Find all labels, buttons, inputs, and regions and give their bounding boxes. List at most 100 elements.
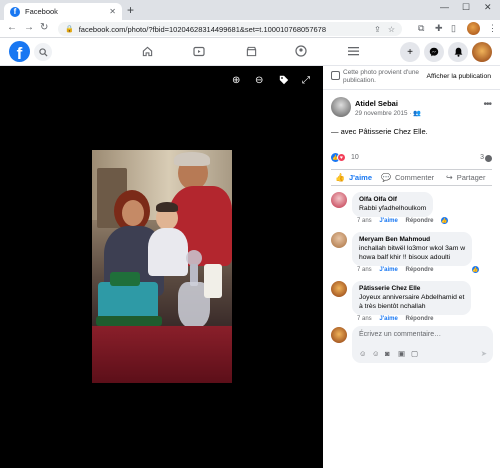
facebook-favicon-icon: f: [10, 6, 20, 17]
marketplace-icon[interactable]: [244, 44, 258, 58]
back-arrow-icon[interactable]: ←: [7, 22, 17, 33]
camera-icon[interactable]: ◙: [385, 349, 390, 358]
reactions-count[interactable]: 10: [351, 154, 359, 161]
view-post-link[interactable]: Afficher la publication: [427, 73, 491, 80]
comment-text: howa balf khir !! bisoux adoulti: [359, 254, 451, 261]
photo-info-icon: [331, 71, 340, 80]
avatar-sticker-icon[interactable]: ☺: [359, 349, 367, 358]
thumbs-up-icon: 👍: [335, 173, 345, 182]
tag-icon[interactable]: [279, 75, 289, 88]
browser-tab[interactable]: f Facebook ✕: [4, 3, 122, 20]
write-comment: Écrivez un commentaire… ☺ ☺ ◙ ▣ ▢ ➤: [331, 326, 495, 364]
fullscreen-icon[interactable]: ⤢: [302, 75, 310, 86]
new-tab-button[interactable]: +: [127, 3, 134, 17]
groups-icon[interactable]: [294, 44, 308, 58]
window-maximize-button[interactable]: ☐: [462, 2, 470, 13]
address-bar[interactable]: 🔒 facebook.com/photo/?fbid=1020462831449…: [58, 22, 402, 36]
comment-like-link[interactable]: J'aime: [379, 218, 397, 224]
comment-input-placeholder: Écrivez un commentaire…: [359, 331, 442, 338]
post-text: — avec Pâtisserie Chez Elle.: [331, 127, 428, 136]
comment-meta: 7 ans J'aime Répondre: [357, 316, 440, 322]
comment-like-link[interactable]: J'aime: [379, 316, 397, 322]
comment-bubble: Pâtisserie Chez Elle Joyeux anniversaire…: [352, 281, 472, 315]
share-page-icon[interactable]: ⇪: [374, 25, 381, 34]
create-plus-icon[interactable]: +: [400, 42, 420, 62]
post-actions: 👍 J'aime 💬 Commenter ↪ Partager: [331, 169, 492, 186]
more-options-icon[interactable]: •••: [483, 99, 491, 110]
share-label: Partager: [456, 173, 486, 182]
commenter-avatar[interactable]: [331, 281, 347, 297]
comment-reply-link[interactable]: Répondre: [405, 218, 433, 224]
main-photo: [92, 150, 232, 383]
url-text: facebook.com/photo/?fbid=102046283144996…: [78, 24, 327, 34]
author-name[interactable]: Atidel Sebai: [355, 99, 398, 108]
extension-icon[interactable]: ⧉: [418, 23, 424, 34]
commenter-name[interactable]: Pâtisserie Chez Elle: [359, 284, 464, 293]
commenter-name[interactable]: Olfa Olfa Olf: [359, 195, 426, 204]
comment-reply-link[interactable]: Répondre: [405, 267, 433, 273]
notifications-bell-icon[interactable]: [448, 42, 468, 62]
like-button[interactable]: 👍 J'aime: [335, 173, 372, 182]
comment-bubble: Meryam Ben Mahmoud inchallah bitwël lo3m…: [352, 232, 473, 266]
post-side-panel: Cette photo provient d'une publication. …: [323, 66, 500, 468]
comment-text: inchallah bitwël lo3mor wkol 3am w: [359, 245, 466, 252]
sidepanel-icon[interactable]: ▯: [451, 23, 456, 34]
search-icon[interactable]: [34, 43, 52, 61]
facebook-logo-icon[interactable]: f: [9, 41, 30, 62]
zoom-out-icon[interactable]: ⊖: [255, 75, 263, 86]
share-button[interactable]: ↪ Partager: [446, 173, 485, 182]
messenger-icon[interactable]: [424, 42, 444, 62]
comment-like-link[interactable]: J'aime: [379, 267, 397, 273]
commenter-name[interactable]: Meryam Ben Mahmoud: [359, 235, 465, 244]
my-avatar[interactable]: [331, 327, 347, 343]
post-header: Atidel Sebai 29 novembre 2015 · 👥 •••: [331, 97, 492, 121]
photo-viewer: ⊕ ⊖ ⤢: [0, 66, 323, 468]
share-arrow-icon: ↪: [446, 173, 453, 182]
puzzle-icon[interactable]: ✚: [435, 23, 443, 34]
commenter-avatar[interactable]: [331, 192, 347, 208]
window-close-button[interactable]: ✕: [484, 2, 492, 13]
home-icon[interactable]: [140, 44, 154, 58]
comment-age: 7 ans: [357, 267, 372, 273]
commenter-avatar[interactable]: [331, 232, 347, 248]
sticker-icon[interactable]: ▢: [411, 349, 418, 358]
comment-text: Joyeux anniversaire Abdelhamid et: [359, 294, 465, 301]
browser-menu-icon[interactable]: ⋮: [488, 23, 497, 34]
audience-friends-icon: 👥: [413, 110, 421, 117]
comment-text: à très bientôt nchallah: [359, 303, 426, 310]
comment-reply-link[interactable]: Répondre: [405, 316, 433, 322]
comment-bubble: Olfa Olfa Olf Rabbi yfadhelhoulkom: [352, 192, 434, 217]
comments-count[interactable]: 3: [480, 154, 484, 161]
forward-arrow-icon[interactable]: →: [24, 22, 34, 33]
post-date-text: 29 novembre 2015 ·: [355, 110, 414, 117]
tab-title: Facebook: [25, 7, 58, 16]
comment-input[interactable]: Écrivez un commentaire… ☺ ☺ ◙ ▣ ▢ ➤: [352, 326, 493, 363]
zoom-in-icon[interactable]: ⊕: [232, 75, 240, 86]
post-date: 29 novembre 2015 · 👥: [355, 109, 421, 117]
browser-profile-avatar[interactable]: [467, 22, 480, 35]
browser-toolbar: ← → ↻ 🔒 facebook.com/photo/?fbid=1020462…: [0, 20, 500, 38]
window-minimize-button[interactable]: —: [440, 2, 449, 12]
reload-icon[interactable]: ↻: [40, 22, 48, 33]
watch-video-icon[interactable]: [192, 44, 206, 58]
comment-meta: 7 ans J'aime Répondre: [357, 267, 440, 273]
account-avatar[interactable]: [472, 42, 492, 62]
reactions-bar[interactable]: 👍 ♥ 10 3: [331, 152, 492, 164]
emoji-icon[interactable]: ☺: [372, 349, 380, 358]
post-source-notice: Cette photo provient d'une publication. …: [323, 66, 500, 90]
comment-icon: 💬: [381, 173, 391, 182]
comment-like-reaction-icon: 👍: [440, 216, 449, 225]
public-notice-text: Cette photo provient d'une publication.: [343, 69, 420, 84]
author-avatar[interactable]: [331, 97, 351, 117]
comment-like-reaction-icon: 👍: [471, 265, 480, 274]
comment-bubble-icon: [485, 155, 492, 162]
comment-text: Rabbi yfadhelhoulkom: [359, 205, 427, 212]
comment-meta: 7 ans J'aime Répondre: [357, 218, 440, 224]
menu-hamburger-icon[interactable]: [346, 44, 360, 58]
love-reaction-icon: ♥: [337, 153, 346, 162]
like-label: J'aime: [348, 173, 373, 182]
gif-icon[interactable]: ▣: [398, 349, 405, 358]
bookmark-star-icon[interactable]: ☆: [388, 25, 395, 34]
send-icon[interactable]: ➤: [481, 349, 487, 358]
tab-close-icon[interactable]: ✕: [109, 7, 116, 16]
